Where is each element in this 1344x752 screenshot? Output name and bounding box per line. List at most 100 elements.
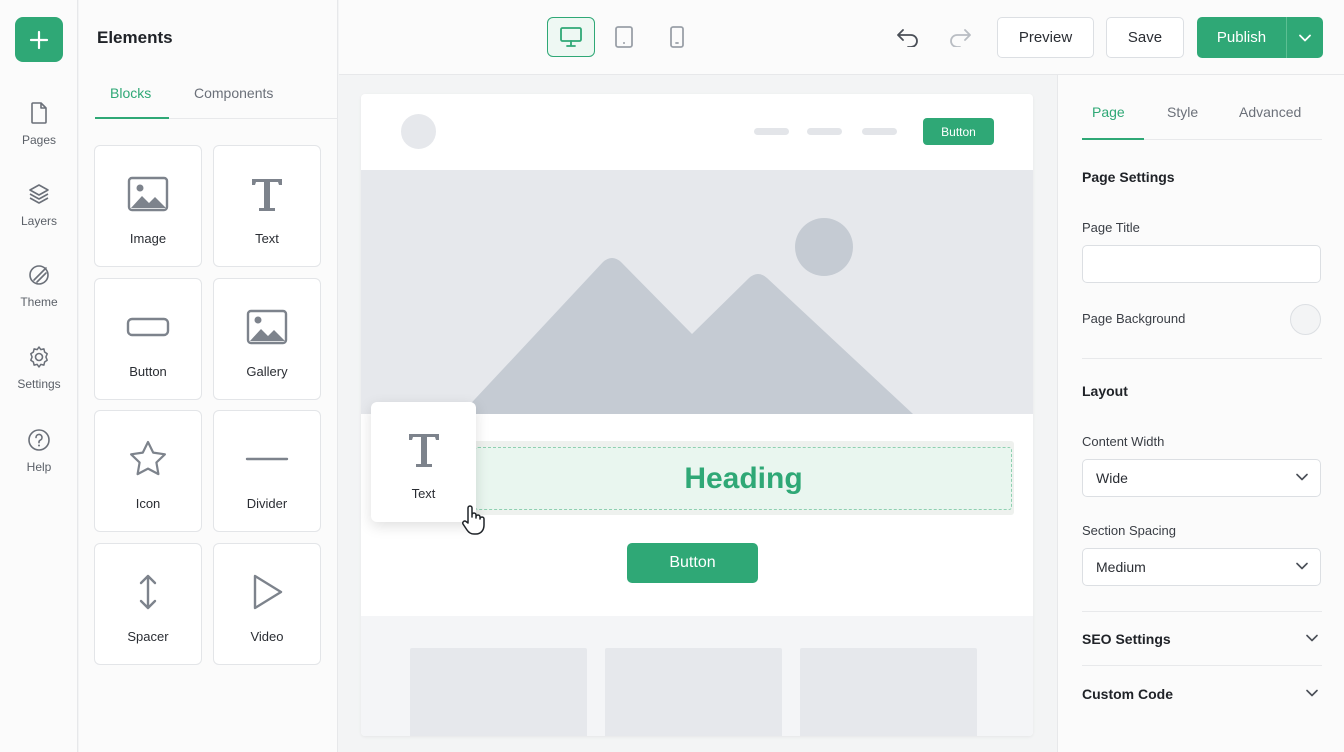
rail-item-label: Help [26,460,52,474]
block-label: Spacer [127,629,169,644]
section-divider [1082,665,1322,666]
page-settings-heading: Page Settings [1082,169,1175,185]
rail-item-pages[interactable]: Pages [0,100,78,147]
canvas-nav-link [754,128,789,135]
block-label: Image [129,231,167,246]
publish-options-button[interactable] [1286,17,1323,58]
rail-item-label: Layers [20,214,58,228]
rail-item-label: Pages [21,133,57,147]
page-title-input[interactable] [1082,245,1321,283]
plus-icon [29,30,49,49]
canvas-hero-image[interactable] [361,170,1033,414]
block-label: Video [250,629,284,644]
content-width-value: Wide [1096,470,1128,486]
block-button[interactable]: Button [94,278,202,400]
chevron-down-icon [1306,689,1318,697]
page-background-label: Page Background [1082,311,1186,326]
save-button[interactable]: Save [1106,17,1184,58]
seo-settings-accordion[interactable]: SEO Settings [1082,627,1322,651]
dragged-block-label: Text [411,486,436,501]
rail-item-help[interactable]: Help [0,427,78,474]
page-icon [31,102,47,124]
section-spacing-label: Section Spacing [1082,523,1176,538]
device-mobile-button[interactable] [653,17,701,57]
tab-components[interactable]: Components [194,85,273,101]
hand-cursor-icon [462,505,485,535]
tablet-icon [615,26,633,48]
mobile-icon [670,26,684,48]
rail-item-label: Settings [17,377,61,391]
rail-item-theme[interactable]: Theme [0,262,78,309]
preview-button[interactable]: Preview [997,17,1094,58]
block-spacer[interactable]: Spacer [94,543,202,665]
canvas-nav-button[interactable]: Button [923,118,994,145]
text-icon [252,179,282,211]
block-image[interactable]: Image [94,145,202,267]
elements-tabs: Blocks Components [95,75,338,119]
star-icon [130,440,166,476]
tab-style[interactable]: Style [1167,104,1198,120]
canvas-card-placeholder [410,648,587,736]
play-icon [253,574,283,610]
image-icon [127,176,169,212]
device-tablet-button[interactable] [600,17,648,57]
custom-code-label: Custom Code [1082,686,1173,702]
spacer-icon [139,574,157,610]
block-label: Icon [135,496,161,511]
block-gallery[interactable]: Gallery [213,278,321,400]
settings-panel: Page Style Advanced Page Settings Page T… [1057,75,1344,752]
custom-code-accordion[interactable]: Custom Code [1082,682,1322,706]
block-label: Divider [246,496,288,511]
undo-button[interactable] [893,22,923,52]
block-text[interactable]: Text [213,145,321,267]
rail-item-layers[interactable]: Layers [0,181,78,228]
heading-block[interactable]: Heading [475,447,1012,510]
left-rail: Pages Layers Theme Settings Help [0,0,78,752]
section-divider [1082,358,1322,359]
help-icon [28,429,50,451]
canvas-logo-placeholder [401,114,436,149]
redo-icon [950,29,971,47]
text-icon [408,434,439,467]
settings-tabs: Page Style Advanced [1082,95,1322,140]
canvas-nav-link [807,128,842,135]
device-desktop-button[interactable] [547,17,595,57]
canvas-cards-section[interactable] [361,616,1033,736]
desktop-icon [560,27,582,47]
active-tab-indicator [95,117,169,119]
tab-advanced[interactable]: Advanced [1239,104,1301,120]
redo-button[interactable] [945,22,975,52]
undo-icon [897,29,918,47]
tab-blocks[interactable]: Blocks [110,85,151,101]
seo-settings-label: SEO Settings [1082,631,1171,647]
gallery-icon [246,309,288,345]
layout-heading: Layout [1082,383,1128,399]
palette-icon [29,265,49,285]
rail-item-settings[interactable]: Settings [0,344,78,391]
block-icon[interactable]: Icon [94,410,202,532]
active-tab-indicator [1082,138,1144,140]
block-divider[interactable]: Divider [213,410,321,532]
section-spacing-select[interactable]: Medium [1082,548,1321,586]
canvas-navbar[interactable]: Button [361,94,1033,170]
canvas-cta-button[interactable]: Button [627,543,758,583]
block-label: Text [255,231,279,246]
page-background-swatch[interactable] [1290,304,1321,335]
add-element-button[interactable] [15,17,63,62]
panel-title: Elements [97,28,173,47]
top-toolbar: Preview Save Publish [339,0,1344,75]
publish-button[interactable]: Publish [1197,17,1286,58]
section-spacing-value: Medium [1096,559,1146,575]
block-label: Button [129,364,167,379]
chevron-down-icon [1296,562,1308,570]
chevron-down-icon [1306,634,1318,642]
tab-page[interactable]: Page [1092,104,1125,120]
heading-text: Heading [684,461,803,495]
canvas-card-placeholder [605,648,782,736]
block-label: Gallery [246,364,288,379]
content-width-select[interactable]: Wide [1082,459,1321,497]
block-video[interactable]: Video [213,543,321,665]
content-width-label: Content Width [1082,434,1165,449]
image-placeholder-icon [461,218,913,414]
page-title-label: Page Title [1082,220,1140,235]
